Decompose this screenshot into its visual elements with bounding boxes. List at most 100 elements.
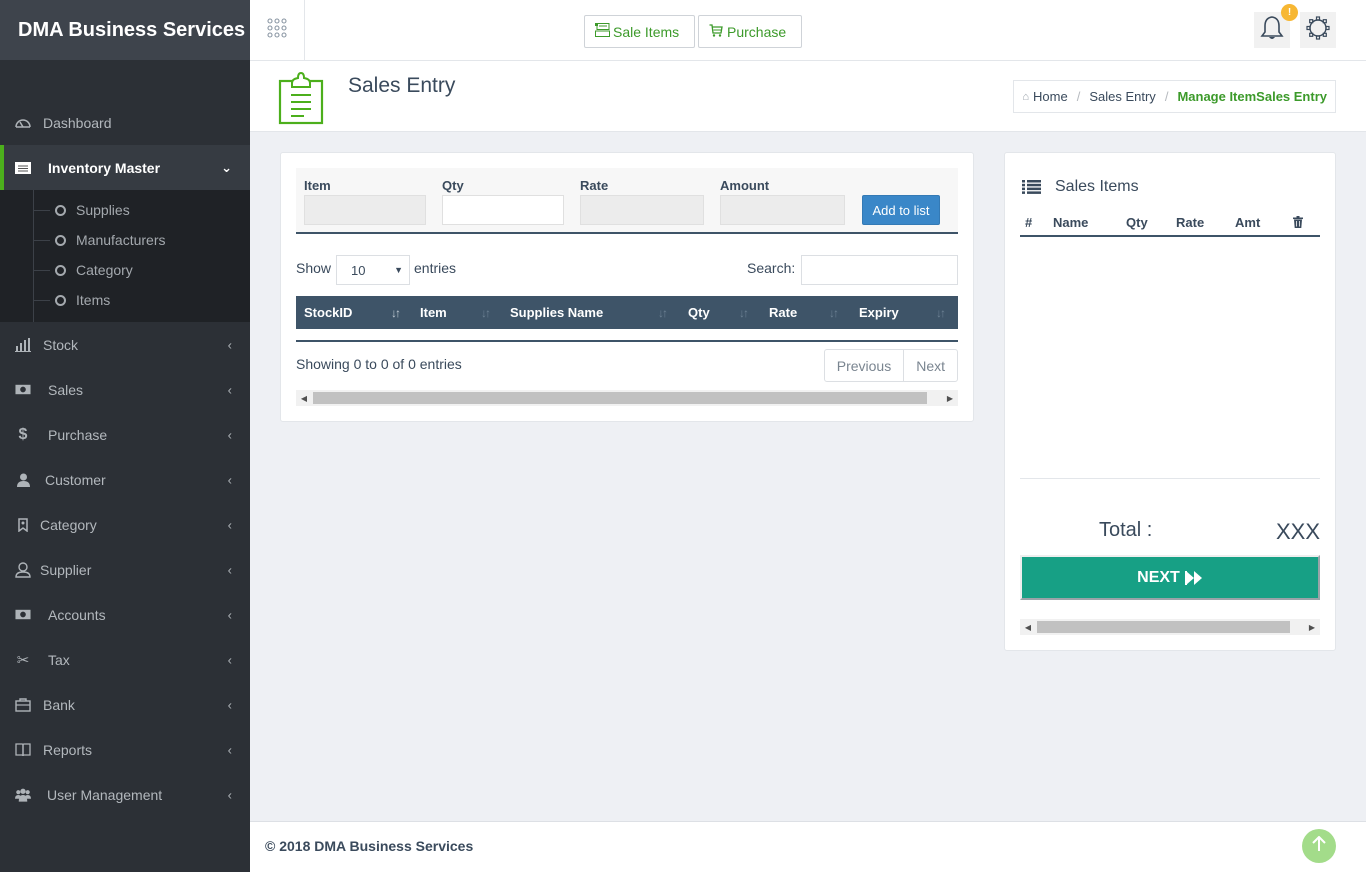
sidebar-subitem-manufacturers[interactable]: Manufacturers xyxy=(0,225,250,255)
sidebar-item-sales[interactable]: Sales ‹ xyxy=(0,367,250,412)
brand-logo[interactable]: DMA Business Services xyxy=(0,0,250,60)
show-label: Show xyxy=(296,260,332,276)
apps-grid-icon xyxy=(266,17,288,43)
sort-icon[interactable]: ↓↑ xyxy=(829,296,839,329)
previous-button[interactable]: Previous xyxy=(825,350,903,381)
sidebar-subitem-category[interactable]: Category xyxy=(0,255,250,285)
search-input[interactable] xyxy=(801,255,958,285)
sort-icon[interactable]: ↓↑ xyxy=(739,296,749,329)
sidebar-item-supplier[interactable]: Supplier ‹ xyxy=(0,547,250,592)
column-header-item[interactable]: Item xyxy=(420,296,447,329)
column-header-rate[interactable]: Rate xyxy=(769,296,797,329)
notifications-button[interactable]: ! xyxy=(1254,4,1298,48)
sidebar-item-label: Accounts xyxy=(48,606,106,623)
sidebar-item-bank[interactable]: Bank ‹ xyxy=(0,682,250,727)
sidebar-subitem-items[interactable]: Items xyxy=(0,285,250,315)
table-info: Showing 0 to 0 of 0 entries xyxy=(296,356,462,372)
sidebar-item-label: Bank xyxy=(43,696,75,713)
sidebar-nav: Dashboard Inventory Master ⌄ Supplies Ma… xyxy=(0,100,250,817)
next-page-button[interactable]: Next xyxy=(903,350,957,381)
sidebar-item-label: Supplier xyxy=(40,561,92,578)
column-header-stockid[interactable]: StockID xyxy=(304,296,352,329)
sidebar-item-dashboard[interactable]: Dashboard xyxy=(0,100,250,145)
caret-down-icon: ▼ xyxy=(394,265,403,275)
sidebar-item-label: Customer xyxy=(45,471,106,488)
sidebar-item-label: Reports xyxy=(43,741,93,758)
back-to-top-button[interactable] xyxy=(1302,829,1336,863)
scroll-right-icon[interactable]: ▶ xyxy=(942,390,958,406)
next-button[interactable]: NEXT xyxy=(1020,555,1320,600)
sales-items-header: # Name Qty Rate Amt xyxy=(1020,213,1320,237)
sidebar-item-purchase[interactable]: $ Purchase ‹ xyxy=(0,412,250,457)
bar-chart-icon xyxy=(15,337,31,353)
sidebar-subitem-label: Items xyxy=(76,292,111,308)
scroll-left-icon[interactable]: ◀ xyxy=(1020,619,1036,635)
sidebar-item-inventory-master[interactable]: Inventory Master ⌄ xyxy=(0,145,250,190)
add-to-list-button[interactable]: Add to list xyxy=(862,195,940,225)
sort-asc-icon[interactable]: ↓↑ xyxy=(391,296,401,329)
tag-icon xyxy=(15,517,31,533)
breadcrumb-separator: / xyxy=(1076,89,1081,104)
sidebar-item-accounts[interactable]: Accounts ‹ xyxy=(0,592,250,637)
scroll-right-icon[interactable]: ▶ xyxy=(1304,619,1320,635)
item-field[interactable] xyxy=(304,195,426,225)
sort-icon[interactable]: ↓↑ xyxy=(658,296,668,329)
column-header-supplies-name[interactable]: Supplies Name xyxy=(510,296,603,329)
page-size-select[interactable]: 10 ▼ xyxy=(336,255,410,285)
column-header-rate: Rate xyxy=(1176,215,1205,230)
column-header-qty[interactable]: Qty xyxy=(688,296,710,329)
scroll-left-icon[interactable]: ◀ xyxy=(296,390,312,406)
fast-forward-icon xyxy=(1184,570,1203,585)
entry-form: Item Qty Rate Amount Add to list xyxy=(296,168,958,234)
chevron-left-icon: ‹ xyxy=(227,652,232,667)
column-header-name: Name xyxy=(1053,215,1089,230)
sort-icon[interactable]: ↓↑ xyxy=(936,296,946,329)
apps-grid-button[interactable] xyxy=(250,0,305,60)
cart-icon xyxy=(709,23,723,40)
scrollbar-thumb[interactable] xyxy=(313,392,927,404)
rate-field[interactable] xyxy=(580,195,704,225)
trash-icon[interactable] xyxy=(1293,216,1303,231)
inventory-submenu: Supplies Manufacturers Category Items xyxy=(0,190,250,322)
money-icon xyxy=(15,607,31,623)
stock-table-header: StockID ↓↑ Item ↓↑ Supplies Name ↓↑ Qty … xyxy=(296,296,958,329)
page-header: Sales Entry ⌂ Home / Sales Entry / Manag… xyxy=(250,61,1366,132)
qty-label: Qty xyxy=(442,178,464,193)
chevron-left-icon: ‹ xyxy=(227,517,232,532)
sidebar-item-label: Tax xyxy=(48,651,70,668)
pagination: Previous Next xyxy=(823,349,958,382)
sidebar-item-stock[interactable]: Stock ‹ xyxy=(0,322,250,367)
chevron-left-icon: ‹ xyxy=(227,697,232,712)
sidebar-item-category[interactable]: Category ‹ xyxy=(0,502,250,547)
sidebar-item-customer[interactable]: Customer ‹ xyxy=(0,457,250,502)
chevron-left-icon: ‹ xyxy=(227,742,232,757)
breadcrumb-home[interactable]: Home xyxy=(1033,89,1068,104)
total-label: Total : xyxy=(1099,519,1153,541)
chevron-left-icon: ‹ xyxy=(227,562,232,577)
purchase-button[interactable]: Purchase xyxy=(698,15,802,48)
column-header-amt: Amt xyxy=(1235,215,1261,230)
horizontal-scrollbar[interactable]: ◀ ▶ xyxy=(296,390,958,406)
sort-icon[interactable]: ↓↑ xyxy=(481,296,491,329)
scrollbar-thumb[interactable] xyxy=(1037,621,1290,633)
column-header-expiry[interactable]: Expiry xyxy=(859,296,899,329)
amount-field[interactable] xyxy=(720,195,845,225)
users-icon xyxy=(15,787,31,803)
sidebar-item-tax[interactable]: ✂ Tax ‹ xyxy=(0,637,250,682)
register-icon xyxy=(595,23,610,40)
sale-items-button[interactable]: Sale Items xyxy=(584,15,695,48)
settings-button[interactable] xyxy=(1300,12,1336,48)
sidebar-subitem-supplies[interactable]: Supplies xyxy=(0,195,250,225)
dashboard-icon xyxy=(15,115,31,131)
purchase-label: Purchase xyxy=(727,23,787,40)
breadcrumb-sales-entry[interactable]: Sales Entry xyxy=(1089,89,1155,104)
circle-icon xyxy=(55,294,66,306)
copyright-text: © 2018 DMA Business Services xyxy=(265,838,474,854)
sidebar-item-label: Purchase xyxy=(48,426,108,443)
qty-field[interactable] xyxy=(442,195,564,225)
sidebar-item-user-management[interactable]: User Management ‹ xyxy=(0,772,250,817)
sidebar-item-reports[interactable]: Reports ‹ xyxy=(0,727,250,772)
home-icon: ⌂ xyxy=(1022,90,1030,103)
sales-items-title: Sales Items xyxy=(1055,178,1139,195)
sales-items-scrollbar[interactable]: ◀ ▶ xyxy=(1020,619,1320,635)
